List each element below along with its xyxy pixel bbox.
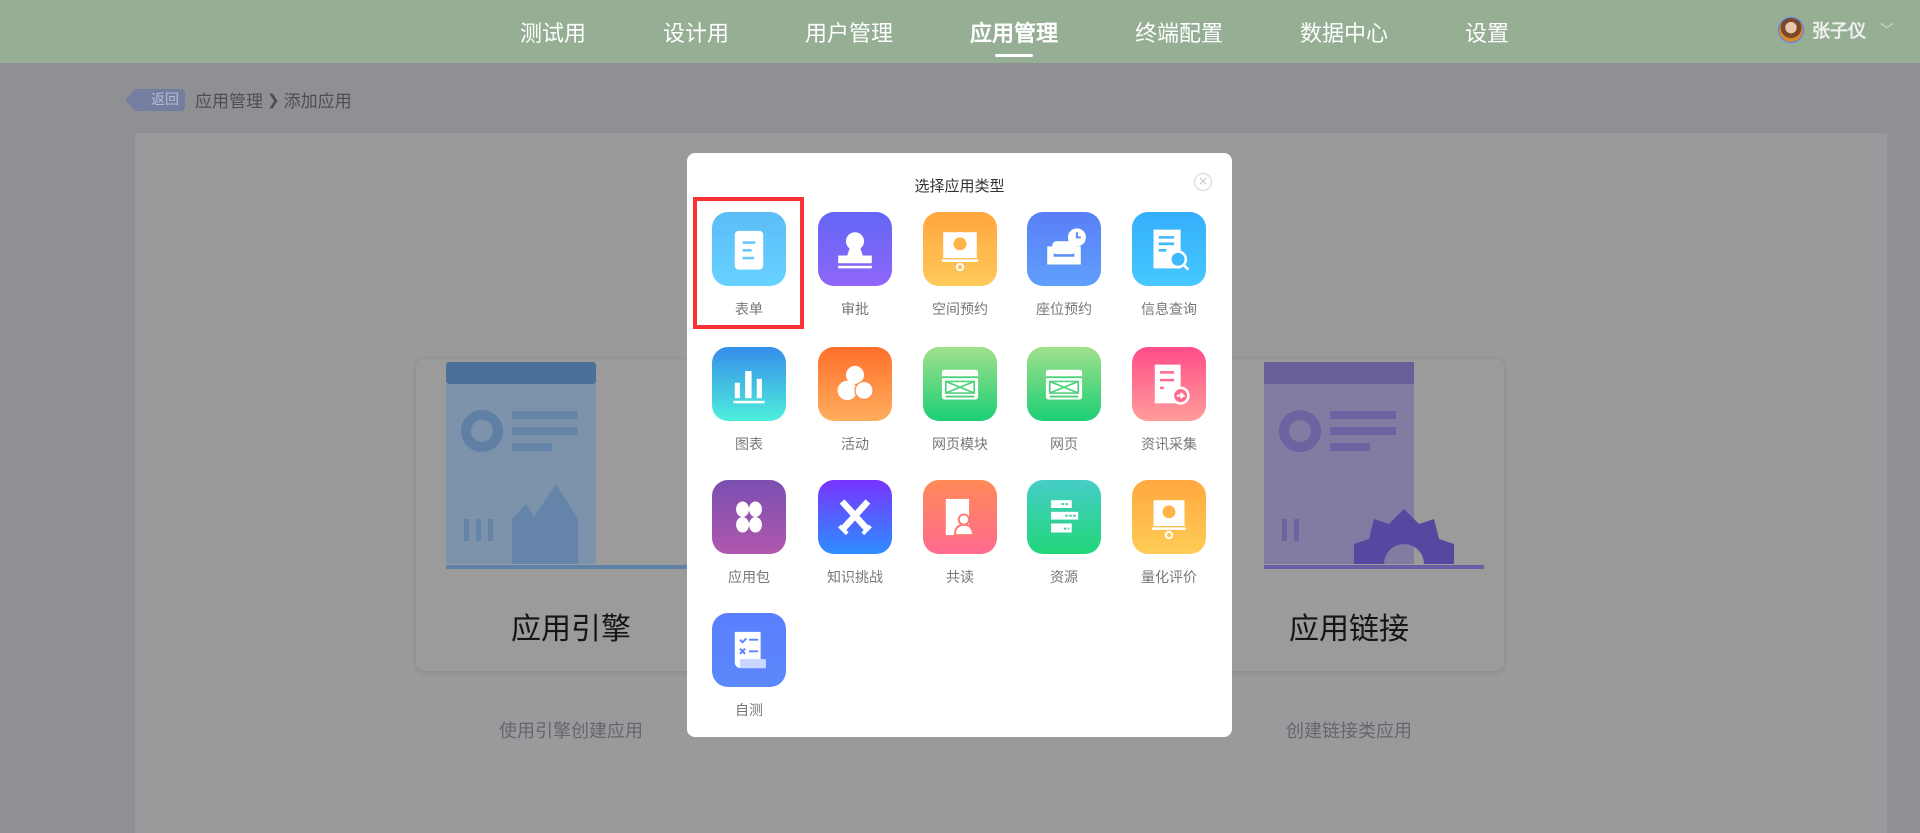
app-type-webpage[interactable]: 网页 <box>1014 341 1114 461</box>
app-type-stamp[interactable]: 审批 <box>805 206 905 326</box>
app-type-clover[interactable]: 应用包 <box>699 474 799 594</box>
breadcrumb: 返回 应用管理 ❯ 添加应用 <box>125 87 352 112</box>
app-type-label: 自测 <box>735 703 763 719</box>
circles-icon <box>818 347 892 421</box>
card-subtitle: 使用引擎创建应用 <box>499 721 643 742</box>
crossed-swords-icon <box>818 480 892 554</box>
select-app-type-dialog: 选择应用类型 × 表单 审批 空间预约 座位预约 信息查询图表 活动 网页模块 网页 资讯采集应… <box>687 153 1232 737</box>
app-type-label: 共读 <box>946 570 974 586</box>
user-name: 张子仪 <box>1812 21 1866 42</box>
app-type-label: 表单 <box>735 302 763 318</box>
app-type-label: 空间预约 <box>932 302 988 318</box>
app-engine-illustration <box>446 362 706 569</box>
app-type-bar-chart[interactable]: 图表 <box>699 341 799 461</box>
breadcrumb-separator: ❯ <box>267 90 280 109</box>
document-search-icon <box>1132 212 1206 286</box>
webpage-module-icon <box>923 347 997 421</box>
user-menu[interactable]: 张子仪 ﹀ <box>1778 17 1894 43</box>
nav-item-4[interactable]: 终端配置 <box>1135 16 1223 48</box>
clover-icon <box>712 480 786 554</box>
nav-item-6[interactable]: 设置 <box>1465 16 1509 48</box>
app-type-label: 图表 <box>735 437 763 453</box>
app-type-checklist-scroll[interactable]: 自测 <box>699 607 799 727</box>
presentation-icon <box>923 212 997 286</box>
app-type-label: 资源 <box>1050 570 1078 586</box>
app-type-seat-clock[interactable]: 座位预约 <box>1014 206 1114 326</box>
app-type-evaluation[interactable]: 量化评价 <box>1119 474 1219 594</box>
card-title: 应用引擎 <box>511 612 631 647</box>
nav-item-1[interactable]: 设计用 <box>663 16 729 48</box>
close-icon[interactable]: × <box>1194 173 1212 191</box>
app-type-reading-group[interactable]: 共读 <box>910 474 1010 594</box>
chevron-down-icon: ﹀ <box>1880 23 1894 39</box>
server-icon <box>1027 480 1101 554</box>
app-type-crossed-swords[interactable]: 知识挑战 <box>805 474 905 594</box>
card-subtitle: 创建链接类应用 <box>1286 721 1412 742</box>
avatar <box>1778 17 1804 43</box>
app-type-webpage-module[interactable]: 网页模块 <box>910 341 1010 461</box>
nav-item-3[interactable]: 应用管理 <box>970 16 1058 48</box>
nav-item-0[interactable]: 测试用 <box>520 16 586 48</box>
stamp-icon <box>818 212 892 286</box>
breadcrumb-parent[interactable]: 应用管理 <box>195 87 263 112</box>
app-link-illustration <box>1264 362 1484 569</box>
app-type-server[interactable]: 资源 <box>1014 474 1114 594</box>
app-type-news-collect[interactable]: 资讯采集 <box>1119 341 1219 461</box>
news-collect-icon <box>1132 347 1206 421</box>
nav-item-5[interactable]: 数据中心 <box>1300 16 1388 48</box>
card-title: 应用链接 <box>1289 612 1409 647</box>
app-type-label: 网页 <box>1050 437 1078 453</box>
breadcrumb-current: 添加应用 <box>283 92 352 112</box>
app-type-label: 信息查询 <box>1141 302 1197 318</box>
back-button[interactable]: 返回 <box>125 88 185 111</box>
reading-group-icon <box>923 480 997 554</box>
app-type-document-search[interactable]: 信息查询 <box>1119 206 1219 326</box>
form-icon <box>712 212 786 286</box>
nav-item-2[interactable]: 用户管理 <box>805 16 893 48</box>
app-type-circles[interactable]: 活动 <box>805 341 905 461</box>
app-type-form[interactable]: 表单 <box>699 206 799 326</box>
bar-chart-icon <box>712 347 786 421</box>
evaluation-icon <box>1132 480 1206 554</box>
app-type-label: 资讯采集 <box>1141 437 1197 453</box>
app-type-label: 量化评价 <box>1141 570 1197 586</box>
dialog-title: 选择应用类型 <box>914 177 1005 195</box>
app-type-label: 审批 <box>841 302 869 318</box>
app-link-card[interactable]: 应用链接 <box>1194 359 1504 671</box>
app-type-label: 应用包 <box>728 570 770 586</box>
app-type-label: 网页模块 <box>932 437 988 453</box>
app-type-label: 活动 <box>841 437 869 453</box>
seat-clock-icon <box>1027 212 1101 286</box>
top-nav-bar: 测试用 设计用 用户管理 应用管理 终端配置 数据中心 设置 张子仪 ﹀ <box>0 0 1920 63</box>
app-engine-card[interactable]: 应用引擎 <box>416 359 726 671</box>
checklist-scroll-icon <box>712 613 786 687</box>
app-type-presentation[interactable]: 空间预约 <box>910 206 1010 326</box>
app-type-label: 座位预约 <box>1036 302 1092 318</box>
webpage-icon <box>1027 347 1101 421</box>
app-type-label: 知识挑战 <box>827 570 883 586</box>
